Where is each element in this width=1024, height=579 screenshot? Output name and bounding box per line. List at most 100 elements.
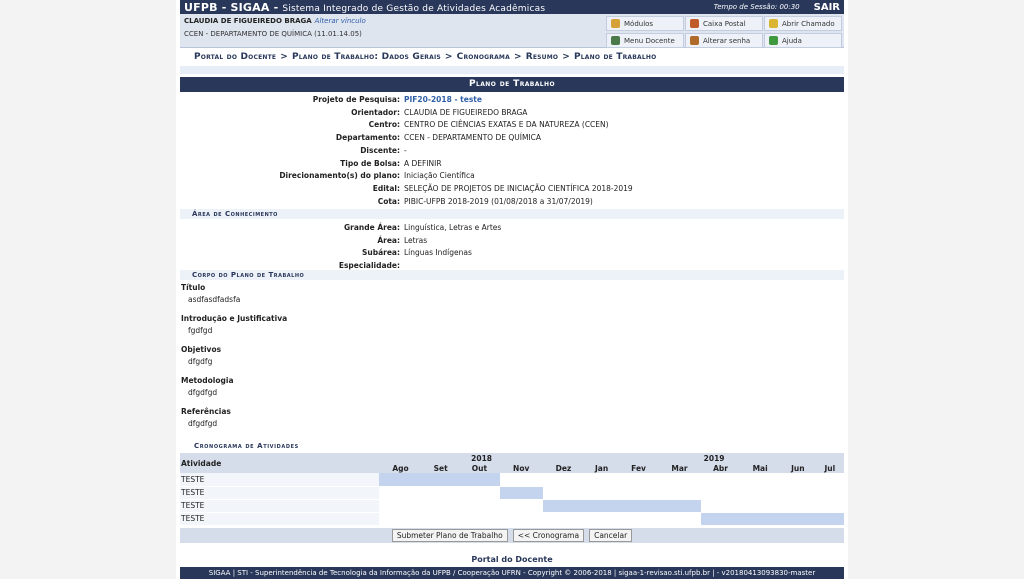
schedule-cell — [499, 473, 543, 487]
schedule-cell — [658, 512, 701, 526]
schedule-cell-active — [619, 499, 659, 513]
action-bar: Submeter Plano de Trabalho << Cronograma… — [180, 528, 844, 543]
schedule-cell-active — [780, 512, 816, 526]
year-header: 2018 — [379, 453, 585, 463]
field-value: Línguas Indígenas — [404, 248, 472, 257]
submit-plan-button[interactable]: Submeter Plano de Trabalho — [391, 529, 508, 542]
field-row: Discente: - — [180, 145, 844, 157]
quick-button-mailbox[interactable]: Caixa Postal — [685, 16, 763, 31]
activity-column-header: Atividade — [180, 453, 379, 473]
quick-button-ticket[interactable]: Abrir Chamado — [764, 16, 842, 31]
field-value: CENTRO DE CIÊNCIAS EXATAS E DA NATUREZA … — [404, 120, 609, 130]
breadcrumb-item[interactable]: Plano de Trabalho — [574, 52, 657, 62]
breadcrumb: Portal do Docente > Plano de Trabalho: Dad… — [194, 52, 656, 62]
quick-button-label: Alterar senha — [703, 36, 751, 45]
schedule-cell — [379, 499, 423, 513]
breadcrumb-item[interactable]: Portal do Docente — [194, 52, 276, 62]
schedule-cell-active — [379, 473, 423, 487]
quick-button-label: Menu Docente — [624, 36, 675, 45]
quick-button-modules[interactable]: Módulos — [606, 16, 684, 31]
field-value: SELEÇÃO DE PROJETOS DE INICIAÇÃO CIENTÍF… — [404, 183, 633, 193]
portal-link[interactable]: Portal do Docente — [176, 555, 848, 564]
left-margin — [0, 0, 176, 579]
work-plan-panel: Plano de Trabalho — [180, 77, 844, 92]
breadcrumb-item[interactable]: Cronograma — [457, 52, 510, 62]
month-header: Abr — [700, 463, 741, 473]
month-header: Jun — [780, 463, 816, 473]
right-margin — [848, 0, 1024, 579]
month-header: Mai — [740, 463, 781, 473]
schedule-row: TESTE — [180, 473, 844, 487]
body-item-value: fgdfgd — [188, 326, 213, 335]
back-to-schedule-button[interactable]: << Cronograma — [512, 529, 585, 542]
logout-link[interactable]: SAIR — [814, 2, 840, 13]
schedule-cell — [619, 473, 659, 487]
schedule-cell — [619, 486, 659, 500]
schedule-cell-active — [584, 499, 620, 513]
month-header: Mar — [658, 463, 701, 473]
body-item-title: Introdução e Justificativa — [181, 314, 288, 323]
breadcrumb-separator: > — [513, 52, 522, 62]
field-label: Discente: — [360, 145, 400, 155]
footer: SIGAA | STI - Superintendência de Tecnol… — [180, 567, 844, 579]
breadcrumb-item[interactable]: Plano de Trabalho: Dados Gerais — [292, 52, 441, 62]
quick-button-password[interactable]: Alterar senha — [685, 33, 763, 48]
schedule-cell — [459, 512, 500, 526]
field-label: Centro: — [368, 120, 400, 130]
field-label: Tipo de Bolsa: — [340, 158, 400, 168]
schedule-cell — [619, 512, 659, 526]
field-row: Direcionamento(s) do plano: Iniciação Cie… — [180, 170, 844, 182]
schedule-cell — [740, 486, 781, 500]
body-item-value: dfgdfgd — [188, 388, 218, 397]
schedule-cell — [700, 473, 741, 487]
quick-button-label: Ajuda — [782, 36, 802, 45]
breadcrumb-item[interactable]: Resumo — [526, 52, 559, 62]
field-row: Departamento: CCEN - DEPARTAMENTO DE QUÍM… — [180, 132, 844, 144]
divider-stripe — [180, 66, 844, 74]
field-row: Cota: PIBIC-UFPB 2018-2019 (01/08/2018 a … — [180, 196, 844, 208]
brand-name: UFPB - SIGAA - — [184, 0, 279, 14]
field-value: CCEN - DEPARTAMENTO DE QUÍMICA — [404, 133, 542, 143]
quick-button-menu[interactable]: Menu Docente — [606, 33, 684, 48]
body-item-title: Referências — [181, 407, 231, 416]
activity-name: TESTE — [180, 512, 379, 526]
schedule-cell — [780, 499, 816, 513]
schedule-row: TESTE — [180, 486, 844, 500]
schedule-cell — [422, 486, 460, 500]
field-value: Iniciação Científica — [404, 171, 475, 181]
schedule-cell — [542, 473, 585, 487]
user-department: CCEN - DEPARTAMENTO DE QUÍMICA (11.01.14… — [184, 30, 362, 38]
body-item-value: asdfasdfadsfa — [188, 295, 241, 304]
schedule-cell — [780, 486, 816, 500]
session-timer: Tempo de Sessão: 00:30 — [713, 3, 800, 11]
year-header: 2019 — [584, 453, 844, 463]
field-row: Subárea: Línguas Indígenas — [180, 247, 844, 259]
month-header: Jan — [584, 463, 620, 473]
project-link[interactable]: PIF20-2018 - teste — [404, 94, 482, 106]
quick-button-label: Módulos — [624, 19, 654, 28]
change-link[interactable]: Alterar vínculo — [315, 17, 366, 25]
schedule-cell — [584, 473, 620, 487]
month-header: Out — [459, 463, 500, 473]
field-value: CLAUDIA DE FIGUEIREDO BRAGA — [404, 107, 528, 117]
modules-icon — [611, 19, 620, 28]
month-header: Jul — [815, 463, 844, 473]
field-label: Orientador: — [351, 107, 400, 117]
schedule-cell-active — [658, 499, 701, 513]
schedule-cell — [815, 473, 844, 487]
schedule-cell — [740, 473, 781, 487]
quick-button-help[interactable]: Ajuda — [764, 33, 842, 48]
field-label: Grande Área: — [344, 223, 400, 232]
field-value: A DEFINIR — [404, 158, 442, 168]
month-header: Dez — [542, 463, 585, 473]
mailbox-icon — [690, 19, 699, 28]
schedule-cell — [584, 512, 620, 526]
field-row: Projeto de Pesquisa: PIF20-2018 - teste — [180, 94, 844, 106]
schedule-cell — [780, 473, 816, 487]
schedule-cell — [740, 499, 781, 513]
panel-title: Plano de Trabalho — [180, 77, 844, 92]
field-label: Cota: — [377, 196, 400, 206]
cancel-button[interactable]: Cancelar — [589, 529, 633, 542]
field-label: Direcionamento(s) do plano: — [279, 171, 400, 181]
body-item-value: dfgdfgd — [188, 419, 218, 428]
